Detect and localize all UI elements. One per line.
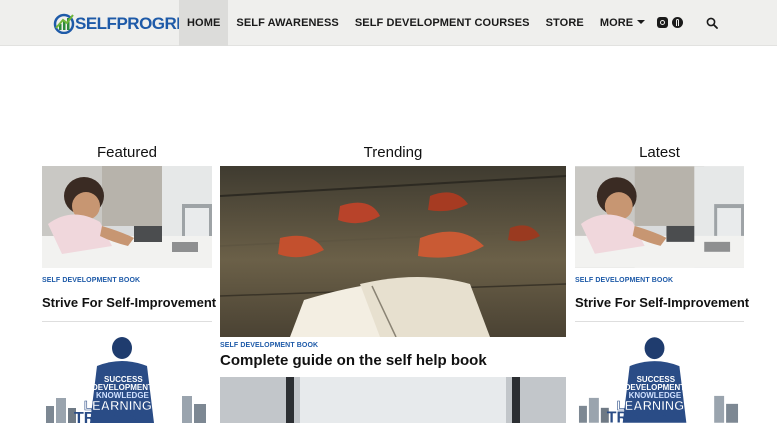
wordcloud-person-image: SUCCESS DEVELOPMENT KNOWLEDGE LEARNING T… <box>42 336 212 423</box>
wordcloud-person-image: SUCCESS DEVELOPMENT KNOWLEDGE LEARNING T… <box>575 336 744 423</box>
featured-post-image[interactable] <box>42 166 212 268</box>
latest-post-image-2[interactable]: SUCCESS DEVELOPMENT KNOWLEDGE LEARNING T… <box>575 336 744 423</box>
search-icon[interactable] <box>706 17 718 29</box>
instagram-icon[interactable] <box>657 17 668 28</box>
trending-post-image[interactable] <box>220 166 566 337</box>
nav-self-awareness[interactable]: SELF AWARENESS <box>228 0 346 46</box>
wordcloud-word: TRAINING <box>74 410 151 423</box>
trending-post-image-2[interactable] <box>220 377 566 423</box>
nav-store[interactable]: STORE <box>538 0 592 46</box>
trending-heading: Trending <box>363 144 423 161</box>
nav-more[interactable]: MORE <box>592 0 653 46</box>
latest-heading: Latest <box>639 144 680 161</box>
trending-post-category[interactable]: SELF DEVELOPMENT BOOK <box>220 342 318 349</box>
book-leaves-image <box>220 166 566 337</box>
latest-post-title[interactable]: Strive For Self-Improvement <box>575 295 749 310</box>
trending-post-title[interactable]: Complete guide on the self help book <box>220 352 487 369</box>
featured-post-title[interactable]: Strive For Self-Improvement <box>42 295 216 310</box>
main-nav: HOME SELF AWARENESS SELF DEVELOPMENT COU… <box>179 0 653 46</box>
featured-post-image-2[interactable]: SUCCESS DEVELOPMENT KNOWLEDGE LEARNING T… <box>42 336 212 423</box>
latest-post-category[interactable]: SELF DEVELOPMENT BOOK <box>575 277 673 284</box>
featured-heading: Featured <box>96 144 158 161</box>
window-image <box>220 377 566 423</box>
child-studying-image <box>575 166 744 268</box>
logo-chart-icon <box>53 13 75 34</box>
pinterest-icon[interactable] <box>672 17 683 28</box>
social-links <box>657 17 683 28</box>
featured-post-category[interactable]: SELF DEVELOPMENT BOOK <box>42 277 140 284</box>
latest-post-image[interactable] <box>575 166 744 268</box>
child-studying-image <box>42 166 212 268</box>
nav-self-development-courses[interactable]: SELF DEVELOPMENT COURSES <box>347 0 538 46</box>
latest-divider <box>575 321 744 322</box>
top-navigation-bar: SELFPROGRESS HOME SELF AWARENESS SELF DE… <box>0 0 777 46</box>
wordcloud-word: TRAINING <box>607 410 684 423</box>
caret-down-icon <box>637 20 646 24</box>
featured-divider <box>42 321 212 322</box>
nav-home[interactable]: HOME <box>179 0 229 46</box>
